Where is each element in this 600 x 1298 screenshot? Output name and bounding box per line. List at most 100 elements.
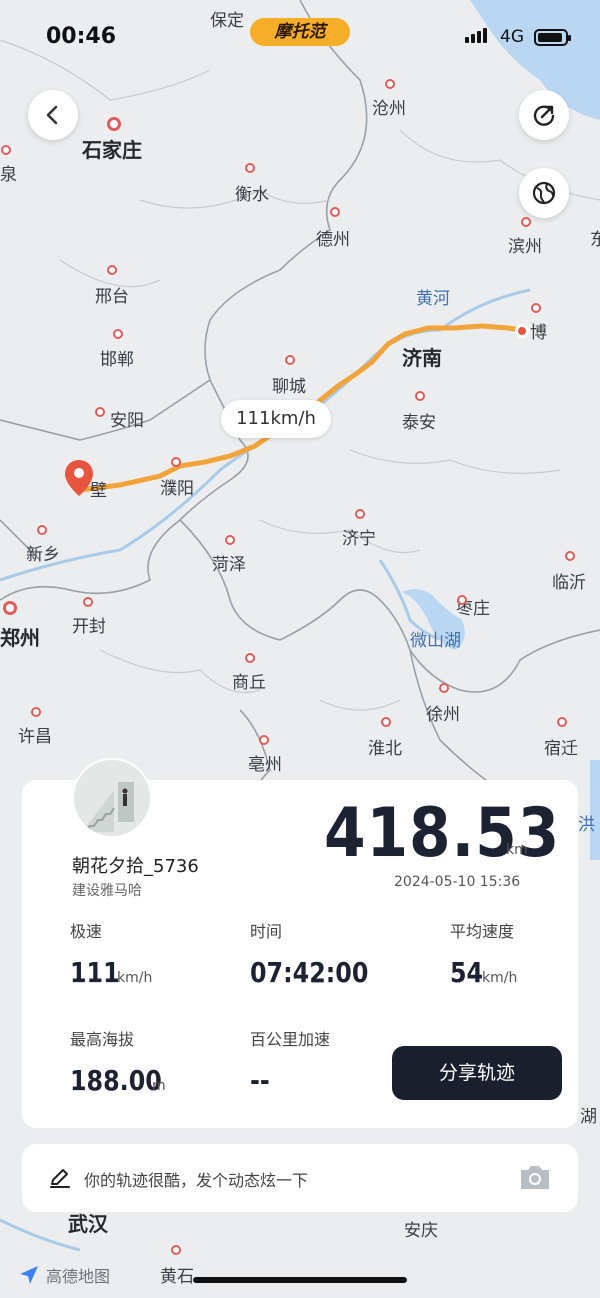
username: 朝花夕拾_5736: [72, 856, 199, 877]
city-label: 武汉: [68, 1212, 108, 1236]
city-label: 东: [590, 230, 600, 250]
map-provider-name: 高德地图: [46, 1267, 111, 1286]
city-dot-icon: [439, 683, 449, 693]
avatar[interactable]: [72, 758, 152, 838]
city-dot-icon: [415, 391, 425, 401]
battery-icon: [534, 29, 571, 46]
city-label: 洪: [578, 815, 595, 835]
user-subtitle: 建设雅马哈: [72, 883, 142, 899]
city-dot-icon: [37, 525, 47, 535]
city-label: 德州: [316, 230, 350, 250]
city-dot-icon: [355, 509, 365, 519]
city-dot-icon: [3, 601, 17, 615]
avg-speed-label: 平均速度: [450, 922, 515, 941]
top-speed-unit: km/h: [117, 970, 153, 986]
camera-icon[interactable]: [518, 1162, 552, 1192]
total-distance: 418.53: [324, 794, 561, 873]
ride-summary-card: 朝花夕拾_5736 建设雅马哈 418.53 km 2024-05-10 15:…: [22, 758, 578, 1128]
city-label: 衡水: [235, 185, 269, 205]
city-label: 临沂: [552, 573, 586, 593]
max-altitude-unit: m: [152, 1078, 166, 1094]
city-dot-icon: [113, 329, 123, 339]
city-label: 商丘: [232, 673, 266, 693]
city-label: 黄河: [416, 289, 450, 309]
city-dot-icon: [557, 717, 567, 727]
city-dot-icon: [285, 355, 295, 365]
post-prompt-bar[interactable]: 你的轨迹很酷，发个动态炫一下: [22, 1144, 578, 1212]
city-label: 微山湖: [410, 631, 461, 651]
city-label: 许昌: [18, 727, 52, 747]
city-label: 石家庄: [82, 138, 142, 162]
city-label: 宿迁: [544, 739, 578, 759]
city-label: 滨州: [508, 237, 542, 257]
brand-badge: 摩托范: [250, 18, 350, 46]
city-dot-icon: [83, 597, 93, 607]
city-dot-icon: [107, 117, 121, 131]
city-label: 黄石: [160, 1267, 194, 1287]
avg-speed-value: 54: [450, 956, 484, 989]
avatar-image: [74, 760, 150, 836]
city-dot-icon: [171, 1245, 181, 1255]
city-dot-icon: [31, 707, 41, 717]
city-label: 博: [530, 323, 547, 343]
status-time: 00:46: [46, 24, 117, 49]
map-layer-button[interactable]: [519, 168, 569, 218]
end-point-marker: [515, 324, 529, 338]
city-dot-icon: [457, 595, 467, 605]
max-altitude-value: 188.00: [70, 1064, 162, 1097]
city-label: 开封: [72, 617, 106, 637]
network-type: 4G: [500, 27, 524, 47]
max-altitude-label: 最高海拔: [70, 1030, 135, 1049]
status-bar: 00:46 摩托范 4G: [0, 0, 600, 70]
city-dot-icon: [1, 145, 11, 155]
city-dot-icon: [225, 535, 235, 545]
city-label: 泰安: [402, 413, 436, 433]
distance-unit: km: [506, 842, 528, 858]
city-label: 湖: [580, 1107, 597, 1127]
city-dot-icon: [107, 265, 117, 275]
city-label: 济宁: [342, 529, 376, 549]
city-label: 菏泽: [212, 555, 246, 575]
city-label: 安庆: [404, 1221, 438, 1241]
city-dot-icon: [245, 163, 255, 173]
city-dot-icon: [381, 717, 391, 727]
acceleration-value: --: [250, 1064, 270, 1097]
home-indicator: [193, 1277, 407, 1283]
city-dot-icon: [245, 653, 255, 663]
ride-datetime: 2024-05-10 15:36: [394, 874, 521, 890]
acceleration-label: 百公里加速: [250, 1030, 331, 1049]
post-prompt-text: 你的轨迹很酷，发个动态炫一下: [84, 1171, 309, 1190]
globe-icon: [532, 181, 556, 205]
speed-marker-bubble: 111km/h: [221, 400, 331, 438]
city-label: 濮阳: [160, 479, 194, 499]
city-label: 沧州: [372, 99, 406, 119]
pencil-icon: [50, 1169, 70, 1188]
city-label: 聊城: [272, 377, 306, 397]
signal-icon: [465, 28, 487, 43]
city-label: 安阳: [110, 411, 144, 431]
city-label: 淮北: [368, 739, 402, 759]
city-label: 徐州: [426, 705, 460, 725]
city-label: 亳州: [248, 755, 282, 775]
city-dot-icon: [171, 457, 181, 467]
top-speed-value: 111: [70, 956, 120, 989]
back-button[interactable]: [28, 90, 78, 140]
city-dot-icon: [330, 207, 340, 217]
city-dot-icon: [521, 217, 531, 227]
share-track-button[interactable]: 分享轨迹: [392, 1046, 562, 1100]
city-dot-icon: [565, 551, 575, 561]
chevron-left-icon: [46, 105, 58, 125]
start-pin-icon: [65, 460, 93, 496]
city-label: 邯郸: [100, 350, 134, 370]
replay-button[interactable]: [519, 90, 569, 140]
replay-icon: [533, 105, 555, 126]
city-label: 邢台: [95, 287, 129, 307]
map-provider-watermark: 高德地图: [18, 1263, 110, 1287]
top-speed-label: 极速: [70, 922, 103, 941]
duration-value: 07:42:00: [250, 956, 369, 989]
city-label: 济南: [402, 346, 442, 370]
city-label: 泉: [0, 165, 17, 185]
gaode-logo-icon: [20, 1266, 38, 1284]
city-dot-icon: [259, 735, 269, 745]
city-dot-icon: [95, 407, 105, 417]
